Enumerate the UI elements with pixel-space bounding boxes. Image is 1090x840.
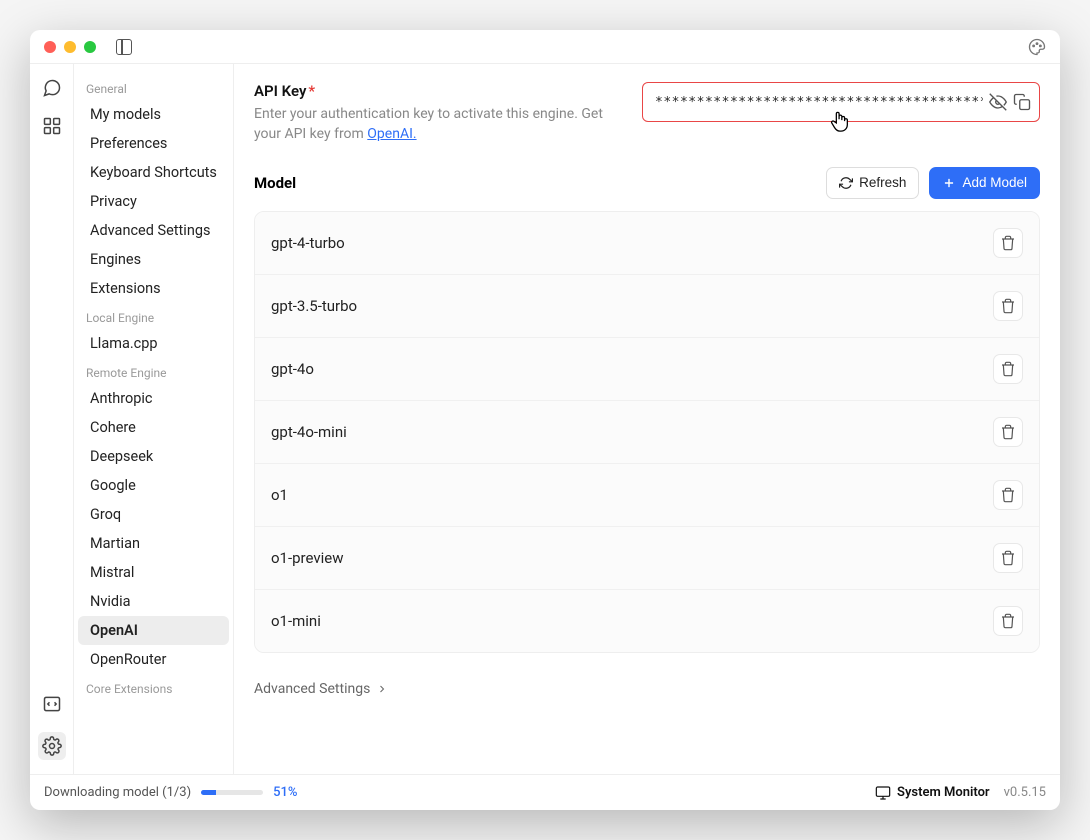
sidebar-item-privacy[interactable]: Privacy	[78, 187, 229, 216]
eye-off-icon[interactable]	[989, 93, 1007, 111]
sidebar-item-anthropic[interactable]: Anthropic	[78, 384, 229, 413]
copy-icon[interactable]	[1013, 93, 1031, 111]
model-name: gpt-4o-mini	[271, 423, 347, 441]
palette-icon[interactable]	[1028, 38, 1046, 56]
sidebar-item-my-models[interactable]: My models	[78, 100, 229, 129]
trash-icon	[1000, 613, 1016, 629]
sidebar-toggle-icon[interactable]	[116, 39, 132, 55]
model-row: o1-preview	[255, 527, 1039, 590]
sidebar-item-extensions[interactable]: Extensions	[78, 274, 229, 303]
download-percent: 51%	[273, 785, 297, 800]
chevron-right-icon	[376, 683, 388, 695]
model-name: o1-preview	[271, 549, 344, 567]
status-bar: Downloading model (1/3) 51% System Monit…	[30, 774, 1060, 810]
model-row: gpt-4o-mini	[255, 401, 1039, 464]
main-content: API Key* Enter your authentication key t…	[234, 64, 1060, 774]
version-text: v0.5.15	[1004, 785, 1046, 800]
api-key-input-wrap	[642, 82, 1040, 122]
sidebar-item-openai[interactable]: OpenAI	[78, 616, 229, 645]
delete-model-button[interactable]	[993, 417, 1023, 447]
download-status-text: Downloading model (1/3)	[44, 785, 191, 800]
delete-model-button[interactable]	[993, 480, 1023, 510]
monitor-icon	[875, 785, 891, 801]
refresh-icon	[839, 176, 853, 190]
sidebar-group-label: Remote Engine	[74, 358, 233, 384]
model-row: gpt-4o	[255, 338, 1039, 401]
trash-icon	[1000, 235, 1016, 251]
required-marker: *	[308, 82, 315, 100]
cursor-hand-icon	[829, 109, 851, 135]
model-name: o1	[271, 486, 288, 504]
maximize-window-button[interactable]	[84, 41, 96, 53]
sidebar-item-nvidia[interactable]: Nvidia	[78, 587, 229, 616]
add-model-button[interactable]: Add Model	[929, 167, 1040, 199]
sidebar-item-deepseek[interactable]: Deepseek	[78, 442, 229, 471]
refresh-button[interactable]: Refresh	[826, 167, 919, 199]
trash-icon	[1000, 424, 1016, 440]
title-bar	[30, 30, 1060, 64]
api-key-description: Enter your authentication key to activat…	[254, 104, 614, 145]
sidebar-item-openrouter[interactable]: OpenRouter	[78, 645, 229, 674]
delete-model-button[interactable]	[993, 228, 1023, 258]
sidebar-item-cohere[interactable]: Cohere	[78, 413, 229, 442]
openai-link[interactable]: OpenAI.	[367, 126, 416, 142]
sidebar-item-llama.cpp[interactable]: Llama.cpp	[78, 329, 229, 358]
model-section-title: Model	[254, 174, 296, 192]
download-progress	[201, 790, 263, 795]
sidebar-item-advanced-settings[interactable]: Advanced Settings	[78, 216, 229, 245]
trash-icon	[1000, 361, 1016, 377]
apps-icon[interactable]	[42, 116, 62, 136]
model-name: gpt-4o	[271, 360, 314, 378]
sidebar-item-martian[interactable]: Martian	[78, 529, 229, 558]
model-row: o1-mini	[255, 590, 1039, 652]
sidebar-item-engines[interactable]: Engines	[78, 245, 229, 274]
model-row: o1	[255, 464, 1039, 527]
settings-sidebar: GeneralMy modelsPreferencesKeyboard Shor…	[74, 64, 234, 774]
chat-icon[interactable]	[42, 78, 62, 98]
minimize-window-button[interactable]	[64, 41, 76, 53]
delete-model-button[interactable]	[993, 354, 1023, 384]
model-row: gpt-4-turbo	[255, 212, 1039, 275]
api-key-label: API Key*	[254, 82, 614, 100]
sidebar-item-mistral[interactable]: Mistral	[78, 558, 229, 587]
sidebar-item-preferences[interactable]: Preferences	[78, 129, 229, 158]
model-name: gpt-4-turbo	[271, 234, 345, 252]
trash-icon	[1000, 550, 1016, 566]
delete-model-button[interactable]	[993, 543, 1023, 573]
model-name: o1-mini	[271, 612, 321, 630]
close-window-button[interactable]	[44, 41, 56, 53]
traffic-lights	[44, 39, 132, 55]
model-list: gpt-4-turbo gpt-3.5-turbo gpt-4o gpt-4o-min…	[254, 211, 1040, 653]
sidebar-group-label: Core Extensions	[74, 674, 233, 700]
nav-rail	[30, 64, 74, 774]
sidebar-item-keyboard-shortcuts[interactable]: Keyboard Shortcuts	[78, 158, 229, 187]
model-name: gpt-3.5-turbo	[271, 297, 357, 315]
trash-icon	[1000, 487, 1016, 503]
model-row: gpt-3.5-turbo	[255, 275, 1039, 338]
delete-model-button[interactable]	[993, 291, 1023, 321]
api-key-input[interactable]	[655, 95, 983, 110]
code-icon[interactable]	[42, 694, 62, 714]
advanced-settings-link[interactable]: Advanced Settings	[254, 681, 388, 697]
sidebar-group-label: Local Engine	[74, 303, 233, 329]
plus-icon	[942, 176, 956, 190]
app-window: GeneralMy modelsPreferencesKeyboard Shor…	[30, 30, 1060, 810]
sidebar-group-label: General	[74, 74, 233, 100]
settings-icon[interactable]	[38, 732, 66, 760]
trash-icon	[1000, 298, 1016, 314]
sidebar-item-google[interactable]: Google	[78, 471, 229, 500]
delete-model-button[interactable]	[993, 606, 1023, 636]
sidebar-item-groq[interactable]: Groq	[78, 500, 229, 529]
system-monitor-link[interactable]: System Monitor	[875, 785, 990, 801]
